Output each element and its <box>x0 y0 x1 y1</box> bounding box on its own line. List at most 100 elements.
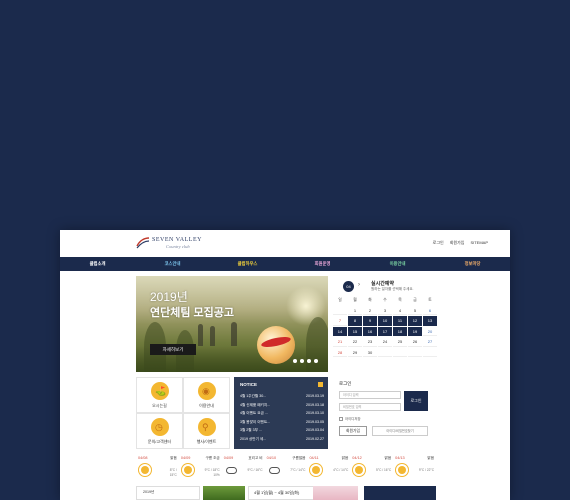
password-input[interactable]: 비밀번호 입력 <box>339 403 401 411</box>
calendar-day[interactable]: 18 <box>393 326 407 337</box>
weather-temp-extra: 10% <box>213 472 220 477</box>
calendar-day[interactable]: 24 <box>378 337 392 347</box>
weekday-header: 일 <box>338 298 342 302</box>
calendar-day[interactable]: 19 <box>408 326 422 337</box>
notice-more-icon[interactable] <box>318 382 323 387</box>
nav-item[interactable]: 회원운영 <box>285 257 360 271</box>
calendar-day[interactable]: 15 <box>348 326 362 337</box>
hero-detail-button[interactable]: 자세히보기 <box>150 344 196 355</box>
nav-item[interactable]: 클럽소개 <box>60 257 135 271</box>
calendar-day[interactable]: 27 <box>423 337 437 347</box>
slide-dot[interactable] <box>314 359 318 363</box>
weather-day: 04/13 맑음 9°C / 22°C <box>393 454 436 484</box>
sitemap-link[interactable]: SITEMAP <box>470 240 488 246</box>
calendar-day[interactable]: 5 <box>408 306 422 316</box>
quick-menu-glyph: ⚲ <box>202 422 209 432</box>
calendar-day[interactable]: 3 <box>378 306 392 316</box>
notice-row[interactable]: 3월 봄맞이 이벤트... 2019.03.05 <box>240 420 324 425</box>
quick-menu-item[interactable]: ⛳ 오시는길 <box>136 377 183 413</box>
calendar-day[interactable]: 1 <box>348 306 362 316</box>
join-button[interactable]: 회원가입 <box>339 426 367 436</box>
slide-dot[interactable] <box>300 359 304 363</box>
site-logo[interactable]: SEVEN VALLEY Country club <box>136 236 206 252</box>
calendar-day[interactable]: 11 <box>393 316 407 326</box>
calendar-day[interactable]: 20 <box>423 327 437 337</box>
notice-row[interactable]: 4월 이벤트 요금 ... 2019.03.10 <box>240 411 324 416</box>
quick-menu-glyph: ⛳ <box>155 386 167 396</box>
calendar-day[interactable]: 4 <box>393 306 407 316</box>
calendar-day[interactable]: 28 <box>333 348 347 357</box>
quick-menu-item[interactable]: ◉ 이용안내 <box>183 377 230 413</box>
bottom-banner-image[interactable] <box>203 486 245 500</box>
slide-dot[interactable] <box>293 359 297 363</box>
chevron-right-icon[interactable]: › <box>358 282 360 288</box>
join-link[interactable]: 회원가입 <box>450 240 465 246</box>
nav-item[interactable]: 이용안내 <box>360 257 435 271</box>
id-input[interactable]: 아이디 입력 <box>339 391 401 399</box>
calendar-day[interactable]: 22 <box>348 337 362 347</box>
calendar-day[interactable]: 6 <box>423 306 437 316</box>
calendar-day[interactable]: 7 <box>333 316 347 326</box>
bottom-banner-dark[interactable] <box>364 486 436 500</box>
weather-day: 04/09 흐리고 비 9°C / 16°C <box>222 454 265 484</box>
calendar-day[interactable]: 16 <box>363 326 377 337</box>
calendar-day[interactable]: 12 <box>408 316 422 326</box>
calendar-month-badge[interactable]: 04 <box>343 281 354 292</box>
calendar-day[interactable]: 8 <box>348 316 362 326</box>
calendar-day[interactable]: 23 <box>363 337 377 347</box>
calendar-day[interactable]: 2 <box>363 306 377 316</box>
calendar-day[interactable]: 26 <box>408 337 422 347</box>
bottom-banner-photo[interactable] <box>313 486 358 500</box>
weather-temp: 9°C / 16°C <box>247 468 262 473</box>
notice-row[interactable]: 2019 상반기 세... 2019.02.27 <box>240 437 324 442</box>
login-box: 로그인 아이디 입력 비밀번호 입력 로그인 아이디저장 회원가입 아이디/비밀… <box>336 377 436 449</box>
calendar-day[interactable]: 17 <box>378 326 392 337</box>
login-link[interactable]: 로그인 <box>433 240 444 246</box>
calendar-day[interactable]: 30 <box>363 348 377 357</box>
notice-row[interactable]: 4월 신제품 페키지... 2019.03.18 <box>240 403 324 408</box>
remember-id-checkbox[interactable]: 아이디저장 <box>339 416 361 421</box>
quick-menu-item[interactable]: ◷ 문의/고객센터 <box>136 413 183 449</box>
calendar-day <box>333 306 347 316</box>
notice-row-date: 2019.03.05 <box>306 419 324 424</box>
calendar-day[interactable]: 10 <box>378 316 392 326</box>
calendar-day[interactable]: 29 <box>348 348 362 357</box>
hero-golfer-silhouette <box>198 324 203 346</box>
calendar-day[interactable]: 25 <box>393 337 407 347</box>
notice-row-date: 2019.03.04 <box>306 428 324 432</box>
remember-id-label: 아이디저장 <box>345 417 361 421</box>
weather-condition: 맑음 <box>170 456 177 460</box>
calendar-day[interactable]: 13 <box>423 316 437 326</box>
nav-item[interactable]: 코스안내 <box>135 257 210 271</box>
quick-menu-item[interactable]: ⚲ 행사/이벤트 <box>183 413 230 449</box>
main-navigation: 클럽소개 코스안내 클럽하우스 회원운영 이용안내 정보마당 <box>60 257 510 271</box>
weather-temp: 9°C / 18°C 10% <box>205 468 220 477</box>
slide-dot[interactable] <box>307 359 311 363</box>
quick-menu-label: 행사/이벤트 <box>196 439 217 444</box>
nav-item[interactable]: 클럽하우스 <box>210 257 285 271</box>
bottom-banner-year[interactable]: 2019년 <box>136 486 200 500</box>
weather-temp-extra: 15°C <box>169 472 177 477</box>
map-icon: ⛳ <box>151 382 169 400</box>
nav-item[interactable]: 정보마당 <box>435 257 510 271</box>
notice-row[interactable]: 4월 1주간월 30... 2019.03.19 <box>240 394 324 399</box>
find-account-button[interactable]: 아이디/비밀번호찾기 <box>372 426 428 436</box>
notice-row-date: 2019.03.18 <box>306 402 324 407</box>
calendar-grid: 일 월 화 수 목 금 토 1 2 3 4 5 6 7 8 9 10 11 12 13 14 15 16 17 18 19 20 21… <box>333 296 437 357</box>
weather-temp-range: 5°C / 16°C <box>376 468 392 472</box>
quick-menu-label: 문의/고객센터 <box>147 439 172 444</box>
weather-temp: 7°C / 14°C <box>290 468 305 473</box>
login-button[interactable]: 로그인 <box>404 391 428 411</box>
notice-row[interactable]: 3월 2월 3부 ... 2019.03.04 <box>240 428 324 433</box>
weather-date: 04/08 <box>138 456 148 460</box>
weather-day: 04/09 구름 조금 9°C / 18°C 10% <box>179 454 222 484</box>
calendar-day[interactable]: 9 <box>363 316 377 326</box>
bottom-banners: 2019년 4월 1일(월) ~ 4월 30일(화) <box>60 486 510 500</box>
hero-banner[interactable]: 2019년 연단체팀 모집공고 자세히보기 <box>136 276 328 372</box>
calendar-day[interactable]: 14 <box>333 326 347 337</box>
calendar-day[interactable]: 21 <box>333 337 347 347</box>
logo-brand-text: SEVEN VALLEY <box>152 237 202 243</box>
checkbox-icon[interactable] <box>339 416 343 421</box>
sun-icon <box>312 466 321 474</box>
location-pin-icon: ◉ <box>198 382 216 400</box>
